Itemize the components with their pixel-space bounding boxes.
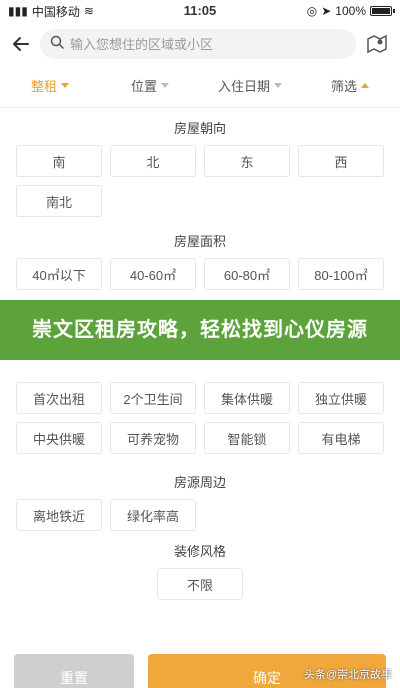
section-title: 房源周边 — [173, 475, 226, 490]
section-decoration: 装修风格 不限 — [0, 541, 400, 600]
watermark: 头条@崇北京故事 — [303, 669, 392, 681]
decoration-options: 不限 — [0, 568, 400, 600]
area-options: 40㎡以下 40-60㎡ 60-80㎡ 80-100㎡ — [0, 258, 400, 290]
status-right: ◎ ➤ 100% — [306, 4, 395, 18]
search-header — [0, 24, 400, 64]
search-icon — [50, 35, 64, 54]
chevron-down-icon — [274, 83, 282, 88]
option-area-2[interactable]: 40-60㎡ — [110, 258, 196, 290]
option-south-north[interactable]: 南北 — [16, 185, 102, 217]
surroundings-options: 离地铁近 绿化率高 — [0, 499, 400, 531]
option-north[interactable]: 北 — [110, 145, 196, 177]
location-icon: ◎ — [306, 4, 318, 18]
section-surroundings: 房源周边 离地铁近 绿化率高 — [0, 472, 400, 531]
tab-move-in-date[interactable]: 入住日期 — [200, 76, 300, 95]
option-smart-lock[interactable]: 智能锁 — [204, 422, 290, 454]
banner-text: 崇文区租房攻略，轻松找到心仪房源 — [32, 319, 368, 341]
tab-label: 入住日期 — [217, 79, 270, 94]
option-first-rent[interactable]: 首次出租 — [16, 382, 102, 414]
section-title: 房屋朝向 — [173, 121, 226, 136]
option-elevator[interactable]: 有电梯 — [298, 422, 384, 454]
option-central-heating[interactable]: 中央供暖 — [16, 422, 102, 454]
signal-icon: ▮▮▮ — [8, 4, 28, 18]
option-any[interactable]: 不限 — [157, 568, 243, 600]
option-east[interactable]: 东 — [204, 145, 290, 177]
tab-label: 筛选 — [330, 79, 357, 94]
orientation-options: 南 北 东 西 南北 — [0, 145, 400, 217]
back-arrow-icon[interactable] — [10, 33, 32, 55]
wifi-icon: ≋ — [83, 4, 94, 18]
tab-label: 位置 — [130, 79, 157, 94]
carrier-name: 中国移动 — [31, 4, 80, 19]
option-area-1[interactable]: 40㎡以下 — [16, 258, 102, 290]
option-area-3[interactable]: 60-80㎡ — [204, 258, 290, 290]
tab-whole-rent[interactable]: 整租 — [0, 76, 100, 95]
battery-icon — [370, 6, 395, 16]
status-bar: ▮▮▮ 中国移动 ≋ ◎ ➤ 100% — [0, 0, 400, 22]
option-west[interactable]: 西 — [298, 145, 384, 177]
chevron-down-icon — [61, 83, 69, 88]
option-pets-allowed[interactable]: 可养宠物 — [110, 422, 196, 454]
tab-location[interactable]: 位置 — [100, 76, 200, 95]
filter-tabs: 整租 位置 入住日期 筛选 — [0, 64, 400, 108]
section-orientation: 房屋朝向 南 北 东 西 南北 — [0, 118, 400, 217]
chevron-down-icon — [161, 83, 169, 88]
section-title: 房屋面积 — [173, 234, 226, 249]
gps-arrow-icon: ➤ — [321, 4, 332, 18]
feature-options: 首次出租 2个卫生间 集体供暖 独立供暖 中央供暖 可养宠物 智能锁 有电梯 — [0, 382, 400, 454]
tab-filter[interactable]: 筛选 — [300, 76, 400, 95]
battery-percent: 100% — [335, 4, 366, 18]
option-two-bathrooms[interactable]: 2个卫生间 — [110, 382, 196, 414]
section-area: 房屋面积 40㎡以下 40-60㎡ 60-80㎡ 80-100㎡ — [0, 231, 400, 290]
tab-label: 整租 — [30, 79, 57, 94]
map-icon[interactable] — [364, 31, 390, 57]
search-box[interactable] — [40, 29, 356, 59]
option-near-subway[interactable]: 离地铁近 — [16, 499, 102, 531]
search-input[interactable] — [70, 36, 346, 52]
option-south[interactable]: 南 — [16, 145, 102, 177]
option-high-greenery[interactable]: 绿化率高 — [110, 499, 196, 531]
option-independent-heating[interactable]: 独立供暖 — [298, 382, 384, 414]
status-left: ▮▮▮ 中国移动 ≋ — [8, 3, 94, 20]
reset-button[interactable]: 重置 — [14, 654, 134, 688]
chevron-up-icon — [361, 83, 369, 88]
option-collective-heating[interactable]: 集体供暖 — [204, 382, 290, 414]
section-features: 首次出租 2个卫生间 集体供暖 独立供暖 中央供暖 可养宠物 智能锁 有电梯 — [0, 382, 400, 454]
title-banner: 崇文区租房攻略，轻松找到心仪房源 — [0, 300, 400, 360]
section-title: 装修风格 — [173, 544, 226, 559]
option-area-4[interactable]: 80-100㎡ — [298, 258, 384, 290]
